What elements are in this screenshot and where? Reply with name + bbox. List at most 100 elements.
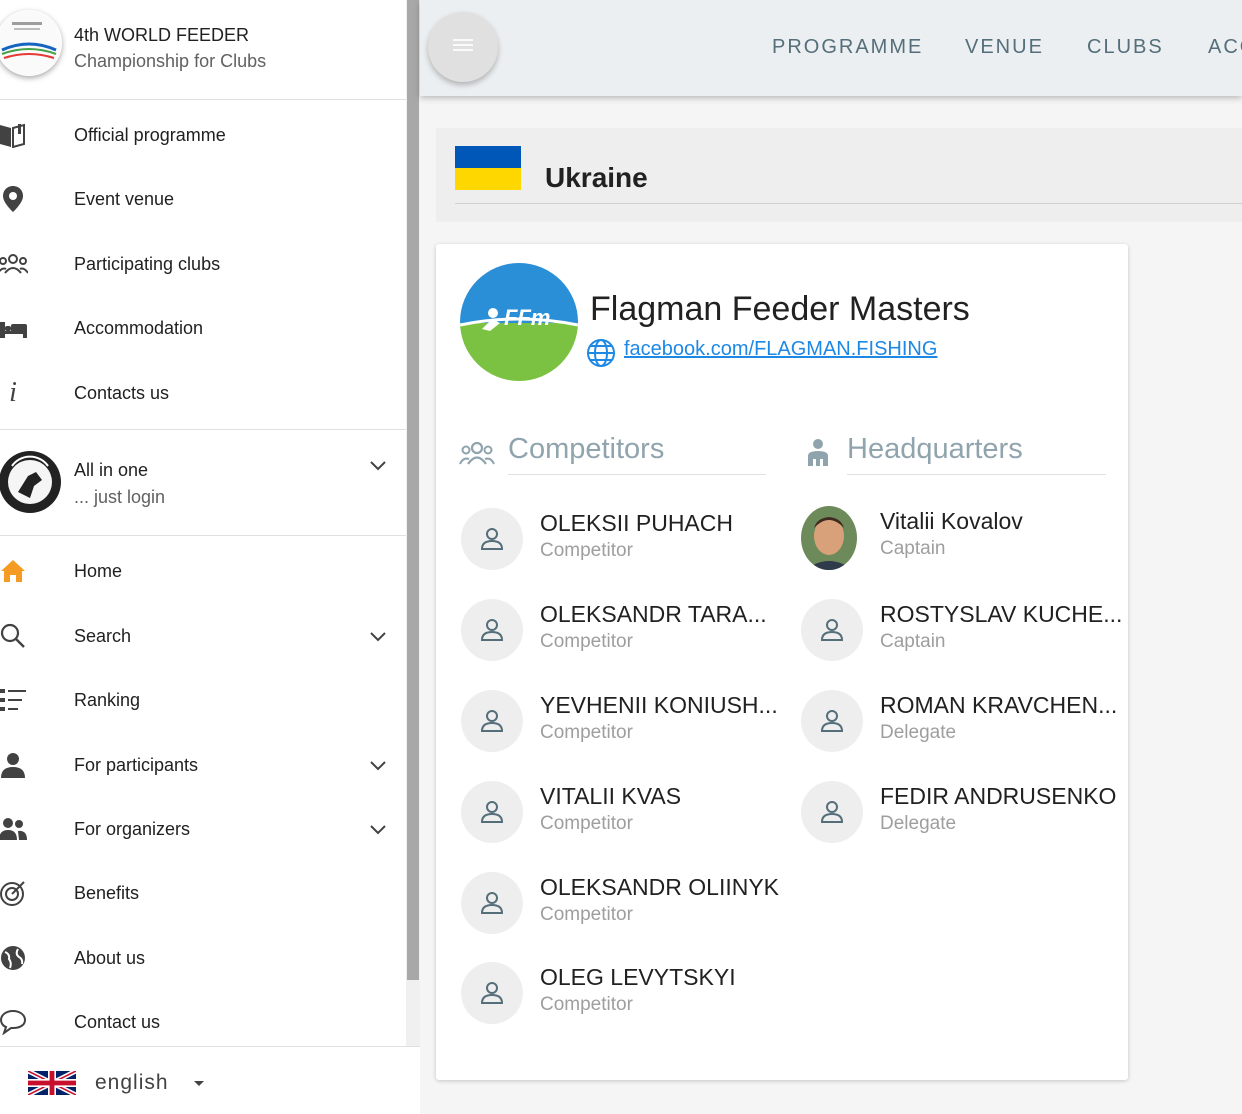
staff-name: ROSTYSLAV KUCHE... — [880, 601, 1123, 627]
competitor-name: OLEKSANDR TARA... — [540, 601, 767, 627]
sidebar-item-label: Official programme — [74, 124, 226, 145]
competitor-name: OLEKSII PUHACH — [540, 510, 733, 536]
hamburger-icon — [453, 37, 473, 58]
competitor-item[interactable]: OLEG LEVYTSKYI Competitor — [461, 962, 781, 1032]
headquarters-title: Headquarters — [847, 433, 1023, 465]
staff-item[interactable]: FEDIR ANDRUSENKO Delegate — [801, 781, 1121, 851]
nav-link-accommodation[interactable]: ACC — [1208, 36, 1242, 59]
competitor-item[interactable]: VITALII KVAS Competitor — [461, 781, 781, 851]
competitor-role: Competitor — [540, 813, 633, 834]
sidebar-item-home[interactable]: Home — [0, 539, 406, 603]
account-title: All in one — [74, 460, 149, 480]
competitor-item[interactable]: OLEKSANDR OLIINYK Competitor — [461, 872, 781, 942]
sidebar-item-for-organizers[interactable]: For organizers — [0, 797, 406, 861]
chevron-down-icon[interactable] — [366, 453, 390, 482]
menu-button[interactable] — [428, 12, 498, 82]
target-icon — [0, 878, 28, 908]
book-open-icon — [0, 120, 28, 150]
caret-down-icon — [194, 1081, 204, 1086]
competitor-item[interactable]: OLEKSII PUHACH Competitor — [461, 508, 781, 578]
language-selector[interactable]: english — [0, 1046, 420, 1114]
headquarters-divider — [847, 474, 1106, 475]
sidebar-item-label: Search — [74, 625, 132, 646]
staff-photo — [801, 506, 857, 570]
competitor-name: OLEG LEVYTSKYI — [540, 964, 736, 990]
competitor-role: Competitor — [540, 540, 633, 561]
person-outline-icon — [801, 599, 863, 661]
map-marker-icon — [0, 184, 28, 214]
chevron-down-icon[interactable] — [366, 753, 390, 777]
sidebar-subtitle: Championship for Clubs — [74, 51, 267, 71]
sidebar-item-for-participants[interactable]: For participants — [0, 733, 406, 797]
person-outline-icon — [461, 599, 523, 661]
sidebar-item-official-programme[interactable]: Official programme — [0, 103, 406, 167]
home-icon — [0, 556, 28, 586]
sidebar-title: 4th WORLD FEEDER — [74, 25, 250, 45]
info-icon: i — [9, 377, 17, 408]
group-icon — [459, 439, 495, 467]
uk-flag-icon — [26, 1068, 78, 1098]
person-outline-icon — [801, 781, 863, 843]
bed-icon — [0, 313, 28, 343]
sidebar-item-contact-us[interactable]: Contact us — [0, 990, 406, 1054]
staff-item[interactable]: ROSTYSLAV KUCHE... Captain — [801, 599, 1123, 669]
chevron-down-icon[interactable] — [366, 624, 390, 648]
person-icon — [0, 750, 28, 780]
sidebar-divider — [0, 429, 406, 430]
sidebar-item-label: Benefits — [74, 882, 140, 903]
people-icon — [0, 814, 28, 844]
competitor-name: OLEKSANDR OLIINYK — [540, 874, 780, 900]
staff-name: FEDIR ANDRUSENKO — [880, 783, 1117, 809]
tournament-avatar — [0, 446, 62, 516]
sidebar-item-benefits[interactable]: Benefits — [0, 861, 406, 925]
nav-link-programme[interactable]: PROGRAMME — [772, 36, 923, 59]
group-icon — [0, 249, 28, 279]
staff-role: Delegate — [880, 813, 957, 834]
championship-logo — [0, 10, 62, 76]
competitor-item[interactable]: YEVHENII KONIUSH... Competitor — [461, 690, 781, 760]
competitors-title: Competitors — [508, 433, 665, 465]
competitor-role: Competitor — [540, 994, 633, 1015]
competitor-name: YEVHENII KONIUSH... — [540, 692, 778, 718]
staff-name: Vitalii Kovalov — [880, 508, 1023, 534]
globe-icon — [586, 338, 616, 368]
sidebar-item-label: Accommodation — [74, 317, 204, 338]
staff-item[interactable]: Vitalii Kovalov Captain — [801, 506, 1121, 576]
club-logo: FFm — [460, 263, 578, 381]
country-name: Ukraine — [545, 162, 648, 193]
person-outline-icon — [461, 781, 523, 843]
sidebar-item-about-us[interactable]: About us — [0, 926, 406, 990]
club-logo-text: FFm — [504, 305, 550, 330]
staff-item[interactable]: ROMAN KRAVCHEN... Delegate — [801, 690, 1121, 760]
sidebar-item-label: For participants — [74, 754, 199, 775]
sidebar-item-search[interactable]: Search — [0, 604, 406, 668]
sidebar-item-ranking[interactable]: Ranking — [0, 668, 406, 732]
sidebar-item-participating-clubs[interactable]: Participating clubs — [0, 232, 406, 296]
person-outline-icon — [801, 690, 863, 752]
competitor-role: Competitor — [540, 631, 633, 652]
chat-bubble-icon — [0, 1007, 28, 1037]
chevron-down-icon[interactable] — [366, 817, 390, 841]
person-outline-icon — [461, 508, 523, 570]
competitors-divider — [508, 474, 766, 475]
competitor-item[interactable]: OLEKSANDR TARA... Competitor — [461, 599, 781, 669]
person-outline-icon — [461, 690, 523, 752]
sidebar-header[interactable]: 4th WORLD FEEDER Championship for Clubs — [0, 0, 406, 100]
sidebar-item-label: Ranking — [74, 689, 141, 710]
sidebar-item-label: For organizers — [74, 818, 191, 839]
sidebar-item-event-venue[interactable]: Event venue — [0, 167, 406, 231]
competitor-role: Competitor — [540, 722, 633, 743]
search-icon — [0, 621, 28, 651]
top-app-bar: PROGRAMME VENUE CLUBS ACC — [420, 0, 1242, 96]
sidebar-scrollbar-thumb[interactable] — [407, 0, 419, 980]
club-website-link[interactable]: facebook.com/FLAGMAN.FISHING — [624, 338, 937, 361]
sidebar-item-contacts[interactable]: i Contacts us — [0, 361, 406, 425]
account-subtitle: ... just login — [74, 487, 166, 507]
person-outline-icon — [461, 872, 523, 934]
nav-link-clubs[interactable]: CLUBS — [1087, 36, 1164, 59]
staff-name: ROMAN KRAVCHEN... — [880, 692, 1118, 718]
language-label: english — [95, 1071, 169, 1094]
competitor-name: VITALII KVAS — [540, 783, 682, 809]
sidebar-item-accommodation[interactable]: Accommodation — [0, 296, 406, 360]
nav-link-venue[interactable]: VENUE — [965, 36, 1044, 59]
